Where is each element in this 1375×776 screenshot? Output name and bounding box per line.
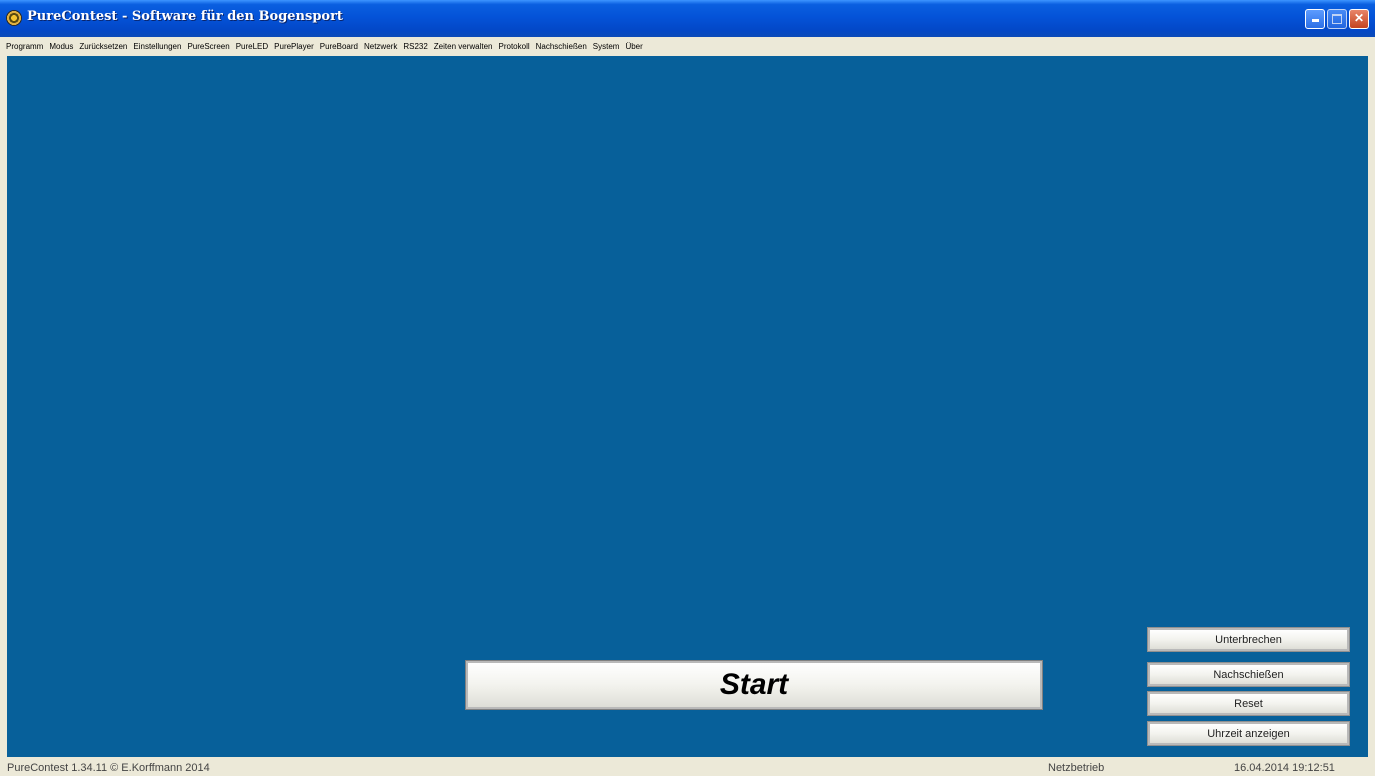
- menu-protokoll[interactable]: Protokoll: [496, 42, 533, 51]
- app-window: PureContest - Software für den Bogenspor…: [0, 0, 1375, 776]
- menu-zeiten-verwalten[interactable]: Zeiten verwalten: [431, 42, 496, 51]
- target-app-icon[interactable]: [6, 10, 22, 26]
- menu-bar: Programm Modus Zurücksetzen Einstellunge…: [0, 37, 1375, 56]
- menu-pureled[interactable]: PureLED: [233, 42, 271, 51]
- menu-pureboard[interactable]: PureBoard: [317, 42, 361, 51]
- status-bar: PureContest 1.34.11 © E.Korffmann 2014 N…: [0, 757, 1375, 776]
- menu-nachschiessen[interactable]: Nachschießen: [533, 42, 590, 51]
- mode-label: Netzbetrieb: [1048, 762, 1105, 774]
- show-time-button[interactable]: Uhrzeit anzeigen: [1147, 721, 1350, 746]
- reshoot-button[interactable]: Nachschießen: [1147, 662, 1350, 687]
- menu-rs232[interactable]: RS232: [400, 42, 430, 51]
- main-display-area: [7, 56, 1368, 757]
- maximize-icon: [1332, 14, 1342, 24]
- menu-modus[interactable]: Modus: [46, 42, 76, 51]
- menu-programm[interactable]: Programm: [3, 42, 46, 51]
- menu-system[interactable]: System: [590, 42, 623, 51]
- window-title: PureContest - Software für den Bogenspor…: [27, 9, 343, 24]
- menu-zuruecksetzen[interactable]: Zurücksetzen: [76, 42, 130, 51]
- maximize-button[interactable]: [1327, 9, 1347, 29]
- menu-ueber[interactable]: Über: [622, 42, 645, 51]
- start-button[interactable]: Start: [465, 660, 1043, 710]
- menu-netzwerk[interactable]: Netzwerk: [361, 42, 400, 51]
- reset-button[interactable]: Reset: [1147, 691, 1350, 716]
- interrupt-button[interactable]: Unterbrechen: [1147, 627, 1350, 652]
- datetime-label: 16.04.2014 19:12:51: [1234, 762, 1335, 774]
- close-button[interactable]: ✕: [1349, 9, 1369, 29]
- minimize-button[interactable]: [1305, 9, 1325, 29]
- version-label: PureContest 1.34.11 © E.Korffmann 2014: [7, 762, 210, 774]
- title-bar[interactable]: PureContest - Software für den Bogenspor…: [0, 0, 1375, 37]
- minimize-icon: [1311, 19, 1319, 22]
- menu-einstellungen[interactable]: Einstellungen: [130, 42, 184, 51]
- menu-purescreen[interactable]: PureScreen: [184, 42, 232, 51]
- menu-pureplayer[interactable]: PurePlayer: [271, 42, 317, 51]
